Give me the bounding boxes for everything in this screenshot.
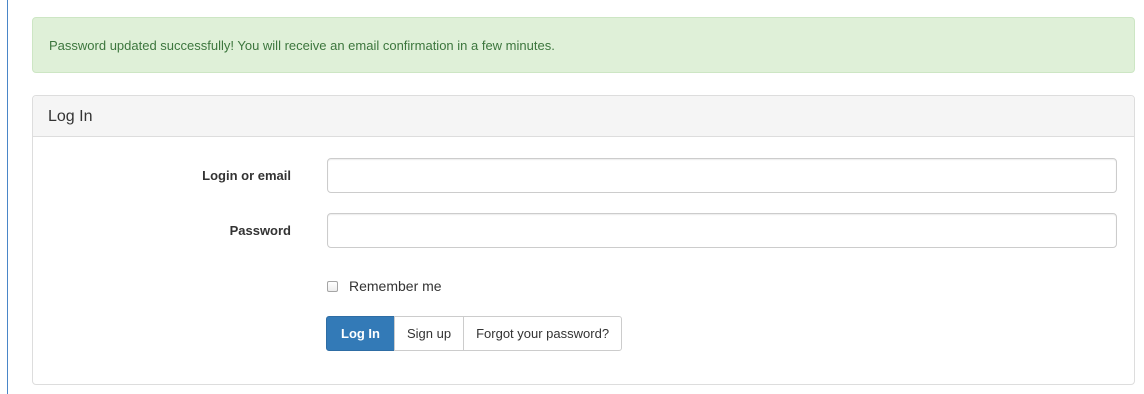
remember-me-checkbox[interactable]: Remember me xyxy=(327,277,442,295)
login-button[interactable]: Log In xyxy=(326,316,395,351)
remember-me-label: Remember me xyxy=(349,278,442,294)
password-input[interactable] xyxy=(327,213,1117,248)
login-panel: Log In Login or email Password Remember … xyxy=(32,95,1135,385)
login-label: Login or email xyxy=(202,168,291,183)
success-alert: Password updated successfully! You will … xyxy=(32,17,1135,73)
login-email-input[interactable] xyxy=(327,158,1117,193)
login-button-group: Log In Sign up Forgot your password? xyxy=(326,316,623,351)
checkbox-icon[interactable] xyxy=(327,280,338,292)
forgot-password-button[interactable]: Forgot your password? xyxy=(463,316,623,351)
panel-title: Log In xyxy=(48,108,93,125)
page-frame-border xyxy=(7,0,8,394)
alert-message: Password updated successfully! You will … xyxy=(49,38,555,53)
signup-button[interactable]: Sign up xyxy=(394,316,465,351)
panel-heading: Log In xyxy=(33,96,1134,137)
password-label: Password xyxy=(229,223,291,238)
